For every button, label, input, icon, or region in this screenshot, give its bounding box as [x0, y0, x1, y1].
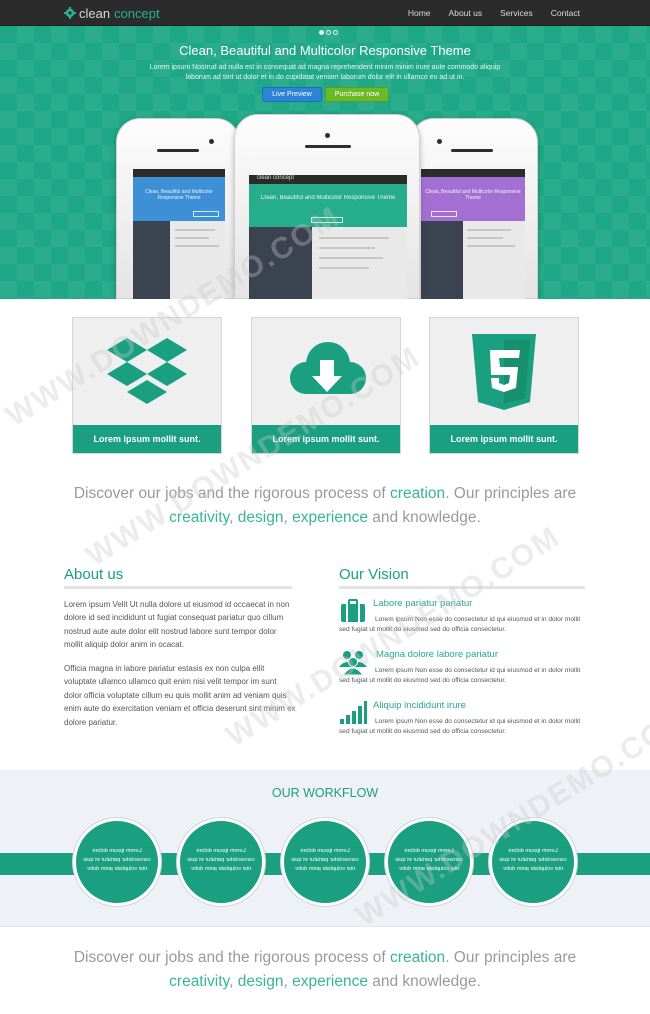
workflow-step-text: Lorem ipsum dolore consectetur pariatur …	[499, 848, 567, 872]
vision-item-heading: Labore pariatur pariatur	[373, 598, 473, 609]
workflow-step-text: Lorem ipsum dolore consectetur pariatur …	[395, 848, 463, 872]
vision-item-text: Lorem ipsum Non esse do consectetur id q…	[339, 718, 581, 735]
hero-slider: Clean, Beautiful and Multicolor Responsi…	[0, 26, 650, 299]
phone-mockup-left: Clean, Beautiful and Multicolor Responsi…	[116, 118, 240, 299]
feature-card-label: Lorem ipsum mollit sunt.	[252, 425, 400, 453]
brand-logo[interactable]: clean concept	[64, 5, 160, 21]
workflow-step-text: Lorem ipsum dolore consectetur pariatur …	[83, 848, 151, 872]
section-divider	[0, 926, 650, 927]
workflow-title: OUR WORKFLOW	[271, 786, 379, 800]
hero-title: Clean, Beautiful and Multicolor Responsi…	[179, 43, 471, 58]
about-title: About us	[64, 566, 124, 583]
nav-about-us[interactable]: About us	[449, 8, 483, 18]
slider-dot-2[interactable]	[326, 30, 331, 35]
phone-screen-green: clean concept Clean, Beautiful and Multi…	[249, 175, 407, 299]
vision-divider	[339, 586, 585, 589]
about-divider	[64, 586, 292, 589]
tagline-top: Discover our jobs and the rigorous proce…	[73, 485, 577, 526]
slider-dot-1[interactable]	[319, 30, 324, 35]
slider-dots	[318, 30, 339, 35]
phone-mockup-right: Clean, Beautiful and Multicolor Responsi…	[410, 118, 538, 299]
phone-screen-title: Clean, Beautiful and Multicolor Responsi…	[425, 189, 521, 201]
top-navbar: clean concept Home About us Services Con…	[0, 0, 650, 26]
about-paragraph-1: Lorem ipsum Velit Ut nulla dolore ut eiu…	[64, 600, 290, 650]
page: clean concept Home About us Services Con…	[0, 0, 650, 1014]
purchase-now-button[interactable]: Purchase now	[325, 87, 389, 102]
workflow-step-4[interactable]: Lorem ipsum dolore consectetur pariatur …	[385, 818, 473, 906]
feature-card-dropbox[interactable]: Lorem ipsum mollit sunt.	[72, 317, 222, 454]
workflow-step-3[interactable]: Lorem ipsum dolore consectetur pariatur …	[281, 818, 369, 906]
feature-card-cloud-download[interactable]: Lorem ipsum mollit sunt.	[251, 317, 401, 454]
feature-card-label: Lorem ipsum mollit sunt.	[73, 425, 221, 453]
nav-services[interactable]: Services	[500, 8, 533, 18]
brand-name-part1: clean	[79, 5, 111, 21]
gear-logo-icon	[64, 7, 76, 19]
cloud-download-icon	[290, 342, 366, 394]
vision-item-heading: Aliquip incididunt irure	[373, 700, 466, 711]
workflow-step-text: Lorem ipsum dolore consectetur pariatur …	[291, 848, 359, 872]
feature-card-label: Lorem ipsum mollit sunt.	[430, 425, 578, 453]
workflow-step-1[interactable]: Lorem ipsum dolore consectetur pariatur …	[73, 818, 161, 906]
phone-screen-title: Clean, Beautiful and Multicolor Responsi…	[260, 195, 396, 201]
vision-item-text: Lorem ipsum Non esse do consectetur id q…	[339, 667, 581, 684]
phone-screen-brand: clean concept	[257, 175, 295, 181]
workflow-section: OUR WORKFLOW Lorem ipsum dolore consecte…	[0, 770, 650, 926]
phone-screen-blue: Clean, Beautiful and Multicolor Responsi…	[133, 169, 225, 299]
about-paragraph-2: Officia magna in labore pariatur estasis…	[64, 664, 296, 727]
phone-screen-purple: Clean, Beautiful and Multicolor Responsi…	[421, 169, 525, 299]
html5-icon	[472, 334, 536, 410]
feature-card-html5[interactable]: Lorem ipsum mollit sunt.	[429, 317, 579, 454]
brand-name-part2: concept	[114, 5, 160, 21]
tagline-bottom: Discover our jobs and the rigorous proce…	[73, 949, 577, 990]
workflow-step-2[interactable]: Lorem ipsum dolore consectetur pariatur …	[177, 818, 265, 906]
vision-title: Our Vision	[339, 566, 409, 583]
main-nav: Home About us Services Contact	[390, 8, 580, 18]
slider-dot-3[interactable]	[333, 30, 338, 35]
hero-text: Lorem ipsum Nostrud ad nulla est in cons…	[149, 64, 501, 81]
dropbox-icon	[107, 338, 187, 404]
vision-item-text: Lorem ipsum Non esse do consectetur id q…	[339, 616, 581, 633]
phone-mockup-center: clean concept Clean, Beautiful and Multi…	[234, 114, 420, 299]
live-preview-button[interactable]: Live Preview	[262, 87, 322, 102]
nav-home[interactable]: Home	[408, 8, 431, 18]
vision-item-heading: Magna dolore labore pariatur	[376, 649, 498, 660]
workflow-step-text: Lorem ipsum dolore consectetur pariatur …	[187, 848, 255, 872]
nav-contact[interactable]: Contact	[551, 8, 580, 18]
phone-screen-title: Clean, Beautiful and Multicolor Responsi…	[145, 189, 213, 201]
workflow-step-5[interactable]: Lorem ipsum dolore consectetur pariatur …	[489, 818, 577, 906]
